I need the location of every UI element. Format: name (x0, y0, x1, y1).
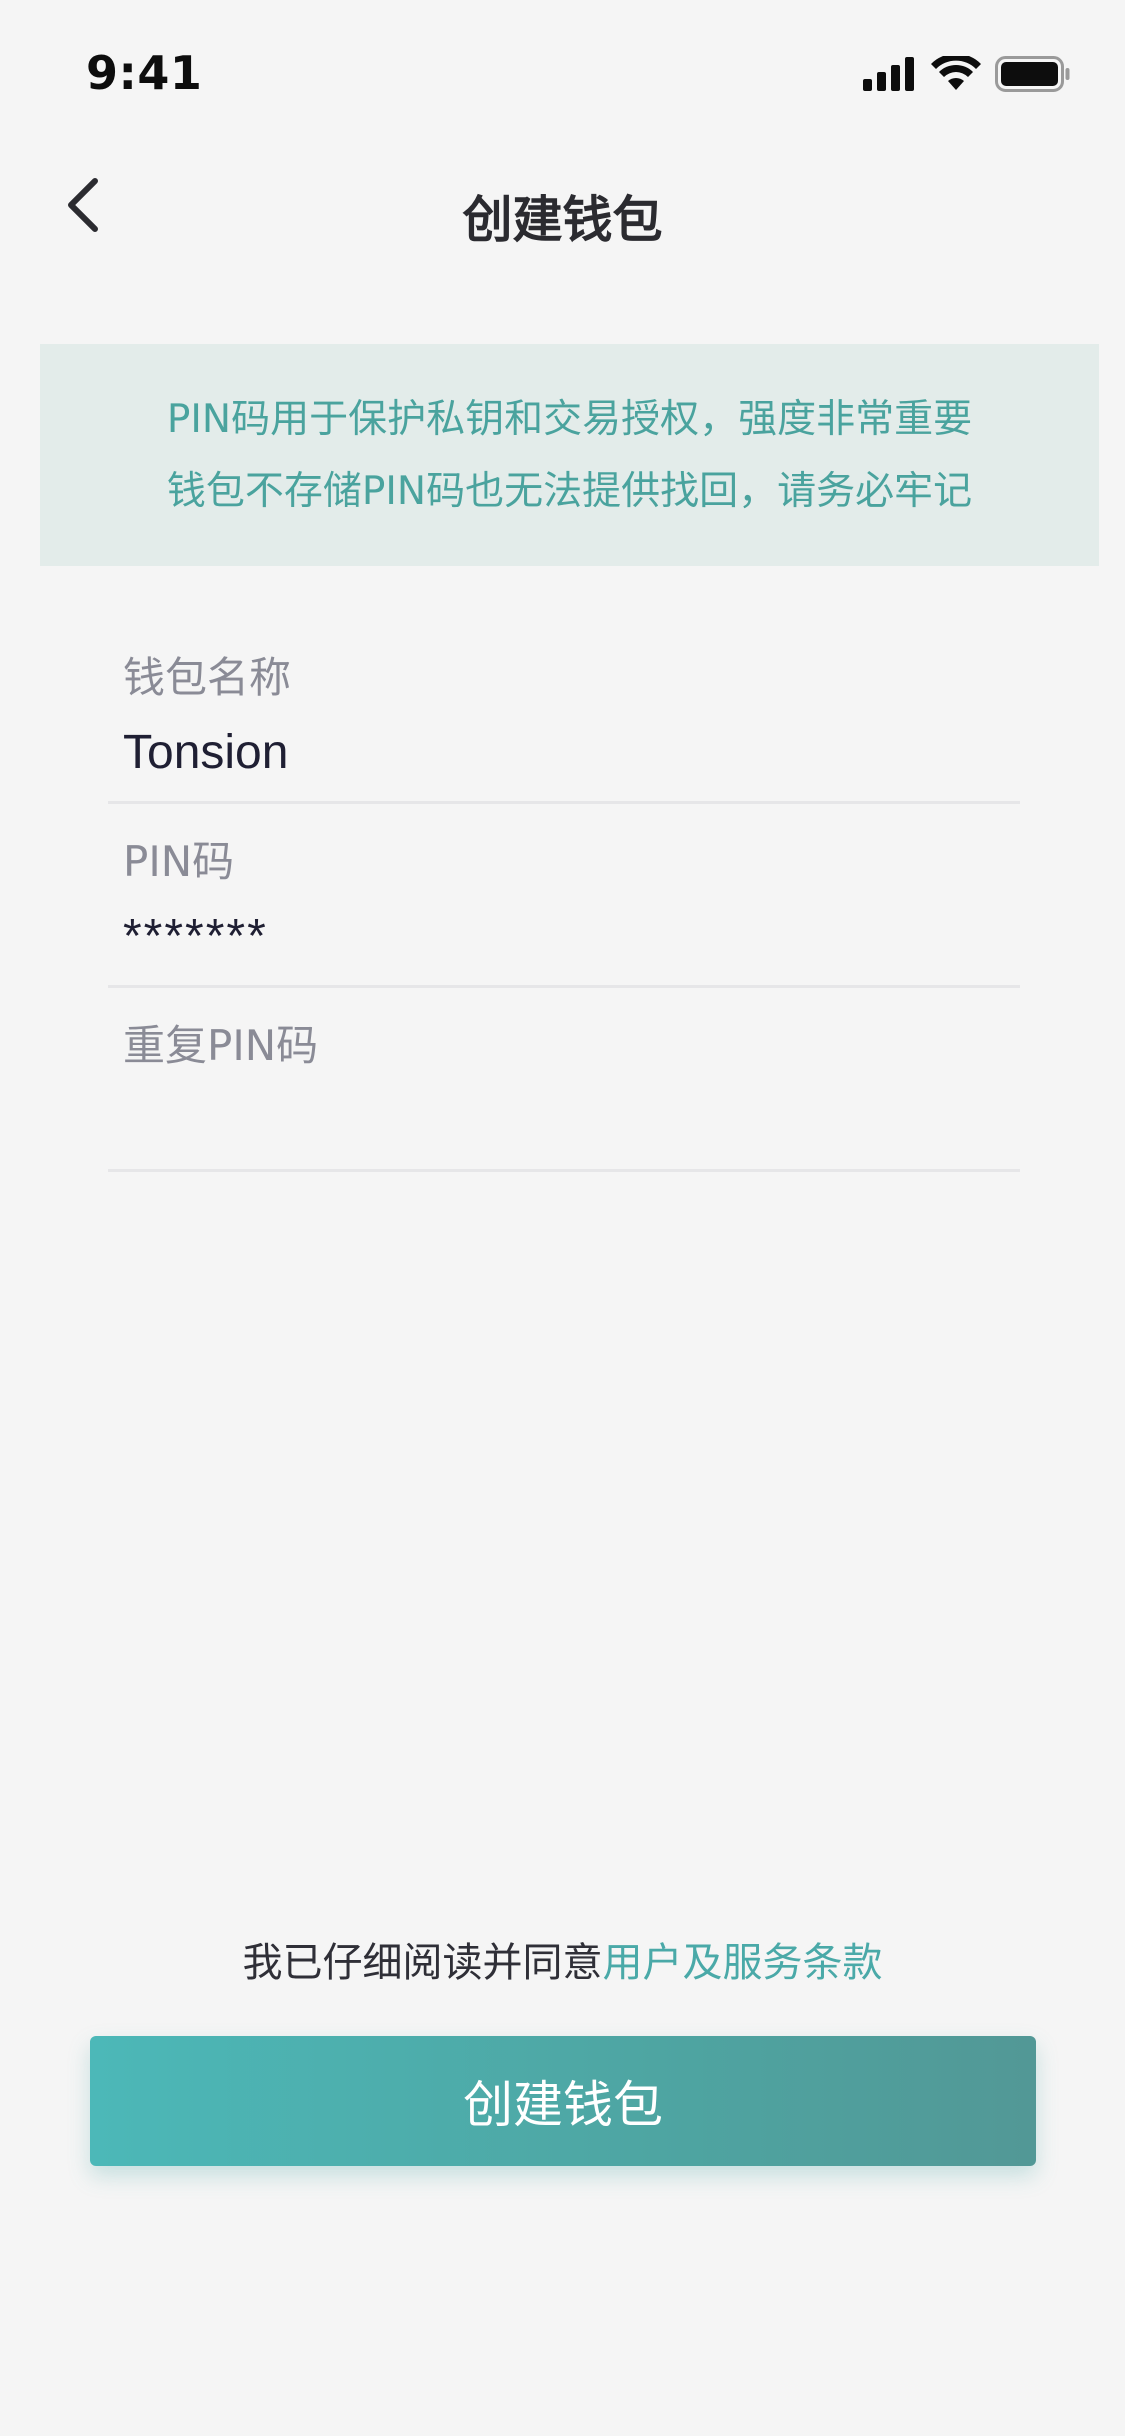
repeat-pin-input[interactable] (123, 1090, 1003, 1150)
terms-prefix: 我已仔细阅读并同意 (242, 1940, 603, 1986)
terms-agreement: 我已仔细阅读并同意用户及服务条款 (0, 1930, 1125, 1988)
status-bar: 9:41 (0, 0, 1125, 150)
status-icons (863, 56, 1071, 92)
terms-link[interactable]: 用户及服务条款 (603, 1940, 883, 1986)
repeat-pin-label: 重复PIN码 (123, 1021, 319, 1070)
pin-input[interactable] (123, 906, 1003, 966)
notice-line-1: PIN码用于保护私钥和交易授权，强度非常重要 (166, 397, 973, 442)
battery-icon (995, 56, 1071, 92)
page-title: 创建钱包 (462, 191, 663, 249)
navigation-bar: 创建钱包 (0, 150, 1125, 270)
wallet-name-label: 钱包名称 (123, 653, 292, 702)
pin-label: PIN码 (123, 837, 235, 886)
pin-field: PIN码 (108, 804, 1020, 988)
wifi-icon (931, 56, 981, 92)
notice-line-2: 钱包不存储PIN码也无法提供找回，请务必牢记 (166, 469, 973, 514)
status-time: 9:41 (86, 46, 203, 100)
wallet-form: 钱包名称 PIN码 重复PIN码 (108, 620, 1020, 1172)
pin-notice-banner: PIN码用于保护私钥和交易授权，强度非常重要 钱包不存储PIN码也无法提供找回，… (40, 344, 1099, 566)
wallet-name-field: 钱包名称 (108, 620, 1020, 804)
create-wallet-button[interactable]: 创建钱包 (90, 2036, 1036, 2166)
cellular-signal-icon (863, 57, 917, 91)
create-wallet-screen: 9:41 创建钱包 PIN码用于保护私钥和交易授权，强度非常重要 钱包不存储PI… (0, 0, 1125, 2436)
wallet-name-input[interactable] (123, 722, 1003, 782)
repeat-pin-field: 重复PIN码 (108, 988, 1020, 1172)
